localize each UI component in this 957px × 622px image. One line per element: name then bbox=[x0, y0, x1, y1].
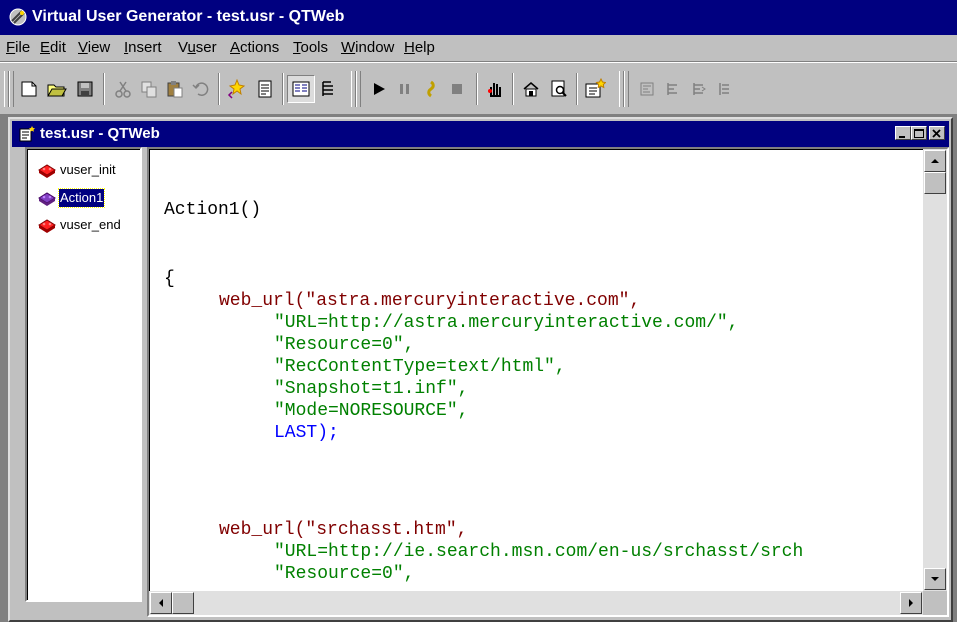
menu-window[interactable]: Window bbox=[341, 39, 394, 56]
code-line: web_url("srchasst.htm", bbox=[219, 520, 468, 540]
run-icon[interactable] bbox=[366, 76, 392, 102]
code-line: "Snapshot=t1.inf", bbox=[274, 379, 469, 399]
menu-tools[interactable]: Tools bbox=[293, 39, 328, 56]
save-icon[interactable] bbox=[72, 76, 98, 102]
code-area[interactable]: Action1() { web_url("astra.mercuryintera… bbox=[164, 149, 917, 591]
align-justify-icon[interactable] bbox=[712, 76, 738, 102]
action-brick-icon bbox=[38, 219, 56, 233]
new-icon[interactable] bbox=[16, 76, 42, 102]
toolbar-separator bbox=[103, 73, 105, 105]
menu-insert[interactable]: Insert bbox=[124, 39, 162, 56]
app-title: Virtual User Generator - test.usr - QTWe… bbox=[32, 8, 345, 25]
align-center-icon[interactable] bbox=[660, 76, 686, 102]
toolbar-grip[interactable] bbox=[9, 71, 14, 107]
browse-icon[interactable] bbox=[546, 76, 572, 102]
scrollbar-corner bbox=[923, 591, 947, 615]
maximize-button[interactable] bbox=[911, 126, 927, 140]
vertical-scrollbar[interactable] bbox=[923, 149, 947, 591]
script-view-icon[interactable] bbox=[252, 76, 278, 102]
toolbar-separator bbox=[576, 73, 578, 105]
toolbar bbox=[0, 62, 957, 115]
code-line: { bbox=[164, 269, 175, 289]
record-icon[interactable] bbox=[582, 76, 608, 102]
copy-icon[interactable] bbox=[136, 76, 162, 102]
toolbar-grip[interactable] bbox=[356, 71, 361, 107]
code-line: "Mode=NORESOURCE", bbox=[274, 401, 469, 421]
horizontal-scrollbar[interactable] bbox=[149, 591, 923, 615]
arrow-left-icon bbox=[159, 599, 163, 607]
undo-icon[interactable] bbox=[188, 76, 214, 102]
arrow-right-icon bbox=[909, 599, 913, 607]
toolbar-separator bbox=[476, 73, 478, 105]
menu-bar: File Edit View Insert Vuser Actions Tool… bbox=[0, 35, 957, 62]
action-tree: vuser_init Action1 vuser_end bbox=[25, 147, 142, 602]
arrow-up-icon bbox=[931, 159, 939, 163]
tree-item-label: Action1 bbox=[57, 188, 106, 208]
code-line: "URL=http://astra.mercuryinteractive.com… bbox=[274, 313, 739, 333]
script-editor[interactable]: Action1() { web_url("astra.mercuryintera… bbox=[147, 147, 949, 617]
new-action-icon[interactable] bbox=[224, 76, 250, 102]
script-window-title: test.usr - QTWeb bbox=[40, 125, 160, 142]
toolbar-separator bbox=[218, 73, 220, 105]
arrow-down-icon bbox=[931, 577, 939, 581]
minimize-button[interactable] bbox=[895, 126, 911, 140]
code-line: "Resource=0", bbox=[274, 335, 415, 355]
toolbar-separator bbox=[512, 73, 514, 105]
breakpoint-icon[interactable] bbox=[482, 76, 508, 102]
vertical-scroll-thumb[interactable] bbox=[924, 172, 946, 194]
tree-view-icon[interactable] bbox=[287, 75, 315, 103]
code-line: "URL=http://ie.search.msn.com/en-us/srch… bbox=[274, 542, 804, 562]
code-line: "RecContentType=text/html", bbox=[274, 357, 566, 377]
paste-icon[interactable] bbox=[162, 76, 188, 102]
scroll-right-button[interactable] bbox=[900, 592, 922, 614]
code-line: web_url("astra.mercuryinteractive.com", bbox=[219, 291, 641, 311]
tree-item-label: vuser_end bbox=[60, 217, 121, 232]
close-button[interactable] bbox=[929, 126, 945, 140]
menu-file[interactable]: File bbox=[6, 39, 30, 56]
align-left-icon[interactable] bbox=[634, 76, 660, 102]
code-line: Action1() bbox=[164, 200, 262, 220]
stop-icon[interactable] bbox=[444, 76, 470, 102]
script-window-title-bar[interactable]: test.usr - QTWeb bbox=[12, 121, 949, 147]
horizontal-scroll-thumb[interactable] bbox=[172, 592, 194, 614]
menu-edit[interactable]: Edit bbox=[40, 39, 66, 56]
tree-item-label: vuser_init bbox=[60, 162, 116, 177]
cut-icon[interactable] bbox=[110, 76, 136, 102]
run-time-settings-icon[interactable] bbox=[518, 76, 544, 102]
toolbar-separator bbox=[282, 73, 284, 105]
step-icon[interactable] bbox=[418, 76, 444, 102]
toolbar-grip[interactable] bbox=[624, 71, 629, 107]
open-icon[interactable] bbox=[44, 76, 70, 102]
action-brick-icon bbox=[38, 164, 56, 178]
vugen-app-icon bbox=[9, 8, 27, 26]
code-line: LAST); bbox=[274, 423, 339, 443]
menu-help[interactable]: Help bbox=[404, 39, 435, 56]
action-brick-icon bbox=[38, 192, 56, 206]
menu-vuser[interactable]: Vuser bbox=[178, 39, 217, 56]
scroll-up-button[interactable] bbox=[924, 150, 946, 172]
scroll-down-button[interactable] bbox=[924, 568, 946, 590]
menu-view[interactable]: View bbox=[78, 39, 110, 56]
grid-view-icon[interactable] bbox=[316, 76, 342, 102]
code-line: "Resource=0", bbox=[274, 564, 415, 584]
title-bar: Virtual User Generator - test.usr - QTWe… bbox=[0, 0, 957, 35]
script-document-icon bbox=[19, 126, 35, 142]
scroll-left-button[interactable] bbox=[150, 592, 172, 614]
align-right-icon[interactable] bbox=[686, 76, 712, 102]
menu-actions[interactable]: Actions bbox=[230, 39, 279, 56]
pause-icon[interactable] bbox=[392, 76, 418, 102]
